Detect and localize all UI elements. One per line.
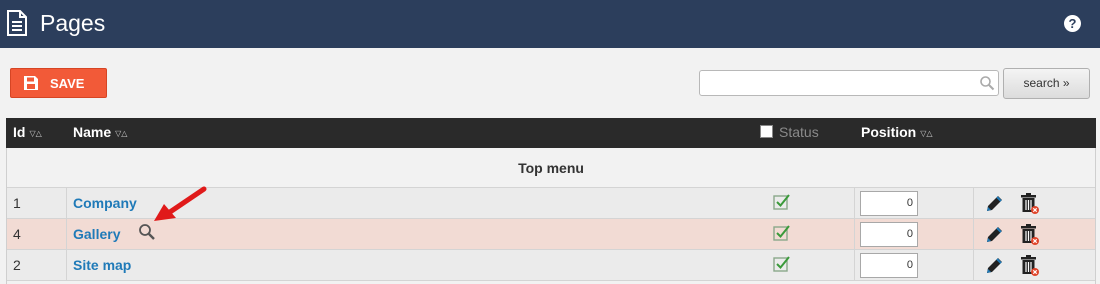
row-name-link[interactable]: Company — [73, 195, 137, 211]
column-position-label: Position — [861, 124, 917, 140]
pencil-icon[interactable] — [984, 225, 1004, 245]
position-input[interactable]: 0 — [860, 191, 918, 216]
sort-icon[interactable]: ▽△ — [115, 129, 127, 138]
search-button[interactable]: search » — [1003, 68, 1090, 99]
group-label: Top menu — [518, 160, 584, 176]
row-id: 1 — [13, 195, 21, 211]
column-id-label: Id — [13, 124, 26, 140]
divider — [973, 250, 974, 281]
divider — [66, 250, 67, 281]
page-header: Pages ? — [0, 0, 1100, 48]
table-row-highlighted: 4 Gallery 0 — [7, 219, 1095, 250]
row-id: 2 — [13, 257, 21, 273]
search-field[interactable] — [699, 70, 999, 96]
column-status: Status — [760, 124, 819, 141]
red-arrow-icon — [154, 186, 207, 221]
trash-icon[interactable] — [1019, 223, 1041, 247]
column-position[interactable]: Position ▽△ — [861, 124, 933, 143]
status-check-icon[interactable] — [773, 224, 791, 242]
document-icon — [7, 10, 27, 36]
magnifier-icon — [980, 76, 995, 91]
divider — [973, 188, 974, 219]
magnifier-icon[interactable] — [138, 223, 156, 241]
save-button[interactable]: SAVE — [10, 68, 107, 98]
divider — [66, 188, 67, 219]
column-id[interactable]: Id ▽△ — [13, 124, 42, 143]
pencil-icon[interactable] — [984, 256, 1004, 276]
trash-icon[interactable] — [1019, 254, 1041, 278]
floppy-icon — [24, 76, 38, 90]
divider — [973, 219, 974, 250]
search-input[interactable] — [704, 74, 974, 92]
trash-icon[interactable] — [1019, 192, 1041, 216]
column-name[interactable]: Name ▽△ — [73, 124, 127, 143]
divider — [66, 219, 67, 250]
table-row: 2 Site map 0 — [7, 250, 1095, 281]
table-header: Id ▽△ Name ▽△ Status Position ▽△ — [6, 118, 1096, 148]
divider — [854, 219, 855, 250]
divider — [854, 250, 855, 281]
position-input[interactable]: 0 — [860, 253, 918, 278]
row-name-link[interactable]: Site map — [73, 257, 131, 273]
status-checkbox[interactable] — [760, 125, 773, 138]
save-label: SAVE — [50, 76, 85, 91]
column-name-label: Name — [73, 124, 112, 140]
row-name-link[interactable]: Gallery — [73, 226, 120, 242]
position-input[interactable]: 0 — [860, 222, 918, 247]
sort-icon[interactable]: ▽△ — [29, 129, 41, 138]
group-row: Top menu — [7, 148, 1095, 188]
status-check-icon[interactable] — [773, 255, 791, 273]
help-icon[interactable]: ? — [1064, 15, 1081, 32]
divider — [854, 188, 855, 219]
column-status-label: Status — [779, 124, 819, 140]
pencil-icon[interactable] — [984, 194, 1004, 214]
sort-icon[interactable]: ▽△ — [920, 129, 932, 138]
row-id: 4 — [13, 226, 21, 242]
page-title: Pages — [40, 10, 106, 36]
status-check-icon[interactable] — [773, 193, 791, 211]
